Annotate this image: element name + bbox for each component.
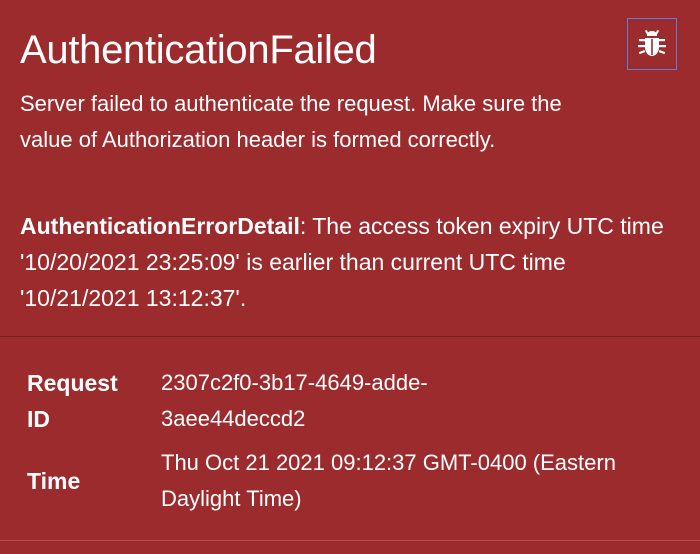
error-detail: AuthenticationErrorDetail: The access to… [20,208,685,316]
time-label: Time [27,468,81,494]
error-message: Server failed to authenticate the reques… [20,91,562,152]
error-panel: AuthenticationFailed Server failed to au… [0,0,700,554]
report-bug-button[interactable] [627,18,677,70]
request-id-label: Request ID [27,370,118,432]
time-value: Thu Oct 21 2021 09:12:37 GMT-0400 (Easte… [161,450,616,511]
bug-icon [638,29,666,56]
panel-bottom-edge [0,540,700,554]
error-summary: AuthenticationFailed Server failed to au… [0,0,700,336]
divider [0,336,700,337]
error-title: AuthenticationFailed [20,28,377,72]
request-id-value: 2307c2f0-3b17-4649-adde-3aee44deccd2 [161,370,428,431]
error-detail-key: AuthenticationErrorDetail [20,213,300,239]
